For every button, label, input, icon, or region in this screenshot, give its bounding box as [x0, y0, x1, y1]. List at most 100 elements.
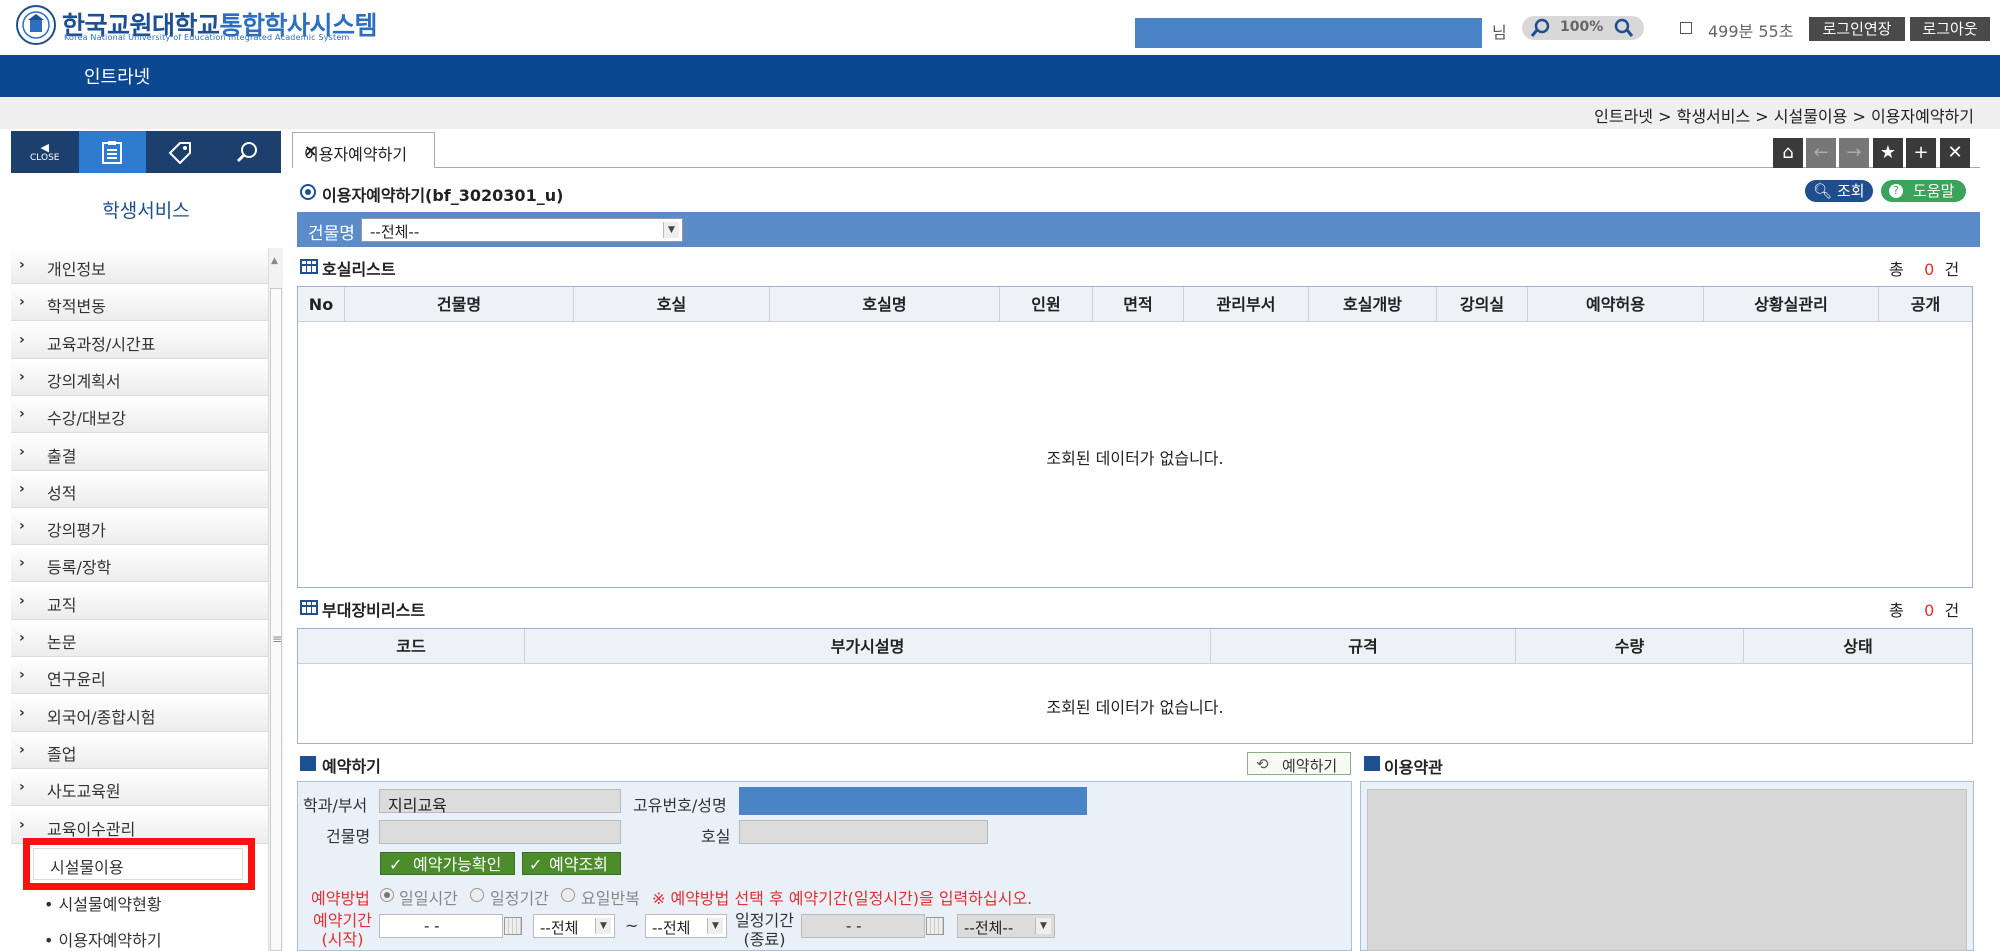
building-field[interactable] [379, 820, 621, 844]
sidebar-item[interactable]: › 등록/장학 [11, 546, 269, 583]
scrollbar-thumb[interactable] [270, 288, 282, 951]
col-header[interactable]: 호실 [574, 287, 770, 322]
calendar-icon[interactable] [926, 917, 944, 935]
sidebar-item-label: 졸업 [47, 744, 77, 764]
empty-message: 조회된 데이터가 없습니다. [1046, 449, 1224, 468]
add-tab-button[interactable]: + [1906, 138, 1936, 168]
reserve-button[interactable]: ⟲ 예약하기 [1247, 752, 1351, 775]
room-table-header: No 건물명 호실 호실명 인원 면적 관리부서 호실개방 강의실 예약허용 상… [298, 287, 1972, 322]
sidebar-item[interactable]: › 교직 [11, 583, 269, 620]
extend-login-button[interactable]: 로그인연장 [1809, 17, 1905, 41]
nav-title[interactable]: 인트라넷 [84, 63, 150, 89]
prev-tab-button[interactable]: ← [1806, 138, 1836, 168]
zoom-in-icon[interactable] [1612, 17, 1634, 39]
star-icon: ★ [1879, 142, 1897, 163]
col-header[interactable]: 예약허용 [1528, 287, 1704, 322]
menu-tab-button[interactable] [78, 131, 146, 173]
col-header[interactable]: 호실개방 [1309, 287, 1437, 322]
sidebar-item[interactable]: › 교육과정/시간표 [11, 322, 269, 359]
search-button[interactable]: 🔍︎ 조회 [1805, 180, 1873, 202]
tag-tab-button[interactable] [146, 131, 214, 173]
sidebar-item[interactable]: › 강의계획서 [11, 359, 269, 396]
col-header[interactable]: 수량 [1516, 629, 1744, 664]
start-hour-select[interactable]: --전체 ▼ [533, 914, 615, 938]
col-header[interactable]: 규격 [1211, 629, 1516, 664]
end-hour-select[interactable]: --전체 ▼ [645, 914, 727, 938]
sidebar-item-label: 연구윤리 [47, 670, 106, 690]
favorite-button[interactable]: ★ [1873, 138, 1903, 168]
sidebar-item[interactable]: › 수강/대보강 [11, 397, 269, 434]
highlight-box [23, 838, 255, 890]
next-tab-button[interactable]: → [1839, 138, 1869, 168]
chevron-right-icon: › [19, 555, 25, 572]
terms-content[interactable] [1367, 789, 1967, 951]
sidebar-item[interactable]: › 출결 [11, 434, 269, 471]
user-name-box [1135, 18, 1482, 48]
close-all-tabs-button[interactable]: ✕ [1940, 138, 1970, 168]
sub-item-facility-status[interactable]: • 시설물예약현황 [44, 891, 162, 915]
end-period-select[interactable]: --전체-- ▼ [957, 914, 1055, 938]
tab-user-reservation[interactable]: 이용자예약하기 × [292, 132, 435, 168]
zoom-out-icon[interactable] [1530, 17, 1552, 39]
sidebar-item[interactable]: › 논문 [11, 621, 269, 657]
close-label: CLOSE [30, 152, 60, 163]
sidebar-item-label: 교육이수관리 [47, 819, 136, 839]
col-header[interactable]: 호실명 [770, 287, 1000, 322]
close-arrow-icon: ◀ [40, 140, 49, 154]
building-label: 건물명 [326, 827, 371, 846]
col-header[interactable]: 강의실 [1437, 287, 1528, 322]
scrollbar-grip-icon: ≡ [272, 632, 283, 646]
sidebar-item[interactable]: › 연구윤리 [11, 658, 269, 695]
sidebar-item-label: 논문 [47, 633, 77, 652]
col-header[interactable]: 부가시설명 [525, 629, 1211, 664]
help-button[interactable]: ? 도움말 [1881, 180, 1966, 202]
title-bullet-icon [300, 184, 316, 200]
sidebar-item[interactable]: › 개인정보 [11, 248, 269, 284]
id-name-label: 고유번호/성명 [633, 796, 727, 815]
check-availability-button[interactable]: ✓ 예약가능확인 [380, 852, 515, 875]
scroll-up-icon[interactable]: ▲ [271, 256, 278, 266]
sidebar-item[interactable]: › 외국어/종합시험 [11, 695, 269, 732]
chevron-right-icon: › [19, 518, 25, 535]
grid-icon [300, 600, 318, 615]
building-select[interactable]: --전체-- ▼ [361, 218, 683, 242]
col-header[interactable]: 관리부서 [1184, 287, 1309, 322]
calendar-icon[interactable] [504, 917, 522, 935]
start-date-input[interactable]: - - [379, 914, 503, 938]
equipment-table-header: 코드 부가시설명 규격 수량 상태 [298, 629, 1972, 664]
room-field[interactable] [739, 820, 988, 844]
sidebar-item[interactable]: › 졸업 [11, 732, 269, 769]
logout-button[interactable]: 로그아웃 [1910, 17, 1990, 41]
sidebar-item[interactable]: › 사도교육원 [11, 770, 269, 807]
method-option-weekday[interactable]: 요일반복 [581, 885, 640, 909]
dept-field: 지리교육 [379, 789, 621, 815]
col-header[interactable]: 면적 [1093, 287, 1184, 322]
chevron-right-icon: › [19, 368, 25, 385]
sidebar-item[interactable]: › 학적변동 [11, 285, 269, 322]
sidebar-item[interactable]: › 성적 [11, 471, 269, 508]
close-sidebar-button[interactable]: ◀ CLOSE [11, 131, 79, 173]
method-option-period[interactable]: 일정기간 [490, 885, 549, 909]
view-reservation-button[interactable]: ✓ 예약조회 [522, 852, 621, 875]
search-tab-button[interactable] [213, 131, 281, 173]
timer-icon [1680, 22, 1692, 34]
sub-item-user-reservation[interactable]: • 이용자예약하기 [44, 927, 162, 951]
col-header[interactable]: 코드 [298, 629, 525, 664]
col-header[interactable]: No [298, 287, 345, 322]
method-radio-period[interactable] [470, 888, 484, 902]
method-option-daily[interactable]: 일일시간 [399, 885, 458, 909]
chevron-right-icon: › [19, 331, 25, 348]
col-header[interactable]: 상태 [1744, 629, 1972, 664]
col-header[interactable]: 건물명 [345, 287, 574, 322]
col-header[interactable]: 인원 [1000, 287, 1093, 322]
refresh-icon: ⟲ [1256, 755, 1269, 773]
sidebar-item-label: 등록/장학 [47, 558, 112, 578]
method-radio-weekday[interactable] [561, 888, 575, 902]
method-radio-daily[interactable] [380, 888, 394, 902]
home-button[interactable]: ⌂ [1773, 138, 1803, 168]
col-header[interactable]: 공개 [1879, 287, 1972, 322]
sidebar-item[interactable]: › 강의평가 [11, 509, 269, 546]
col-header[interactable]: 상황실관리 [1704, 287, 1879, 322]
end-date-input[interactable]: - - [801, 914, 925, 938]
close-tab-icon[interactable]: × [304, 141, 317, 160]
